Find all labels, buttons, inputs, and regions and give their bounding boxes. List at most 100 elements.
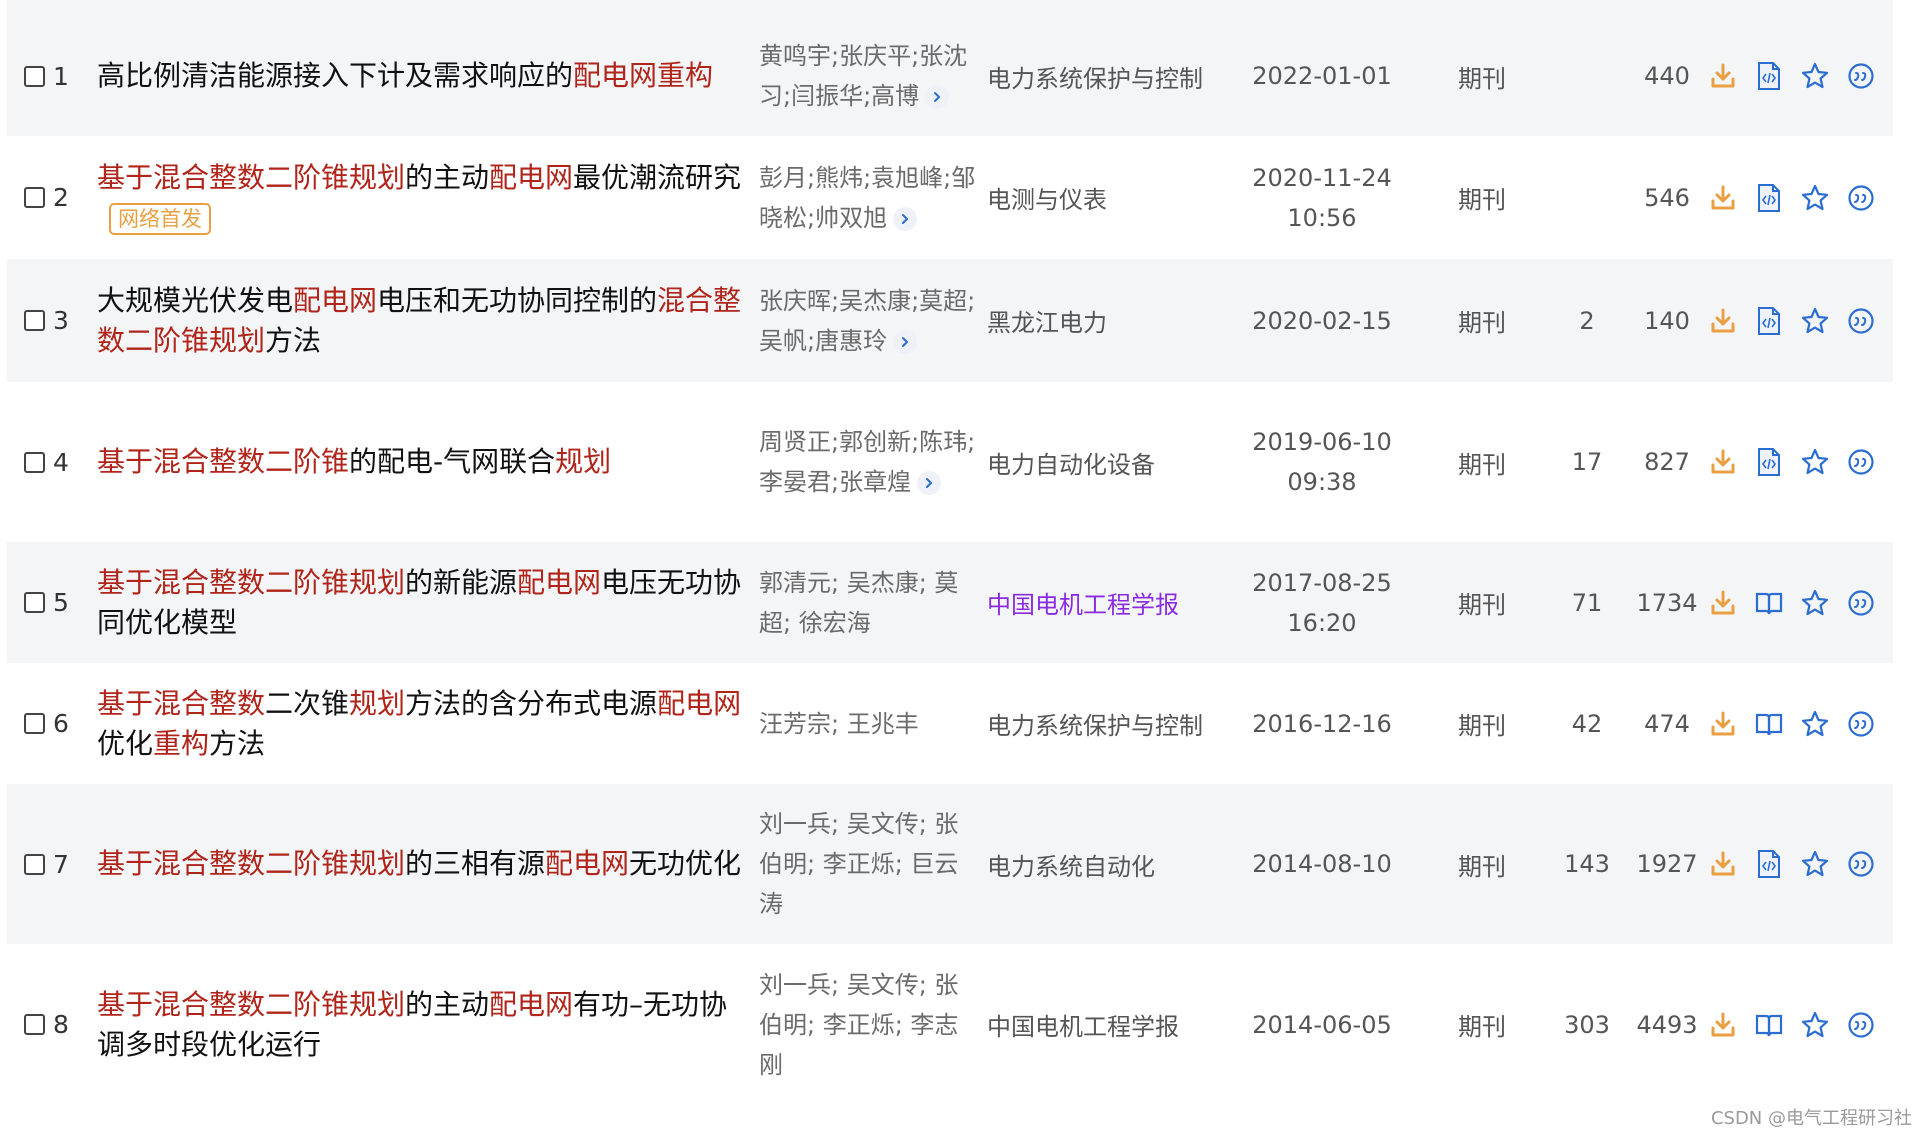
article-title-text[interactable]: 基于混合整数二阶锥规划的三相有源配电网无功优化 [97,844,741,884]
row-select: 3 [24,259,102,382]
article-authors: 汪芳宗; 王兆丰 [759,663,981,784]
row-checkbox[interactable] [24,713,45,734]
star-icon[interactable] [1799,446,1831,478]
star-icon[interactable] [1799,305,1831,337]
download-icon[interactable] [1707,848,1739,880]
article-source[interactable]: 电力系统自动化 [987,784,1227,944]
table-row: 1 高比例清洁能源接入下计及需求响应的配电网重构 黄鸣宇;张庆平;张沈习;闫振华;高… [7,16,1893,136]
quote-icon[interactable] [1845,587,1877,619]
download-icon[interactable] [1707,1009,1739,1041]
authors-text: 彭月;熊炜;袁旭峰;邹晓松;帅双旭 [759,158,981,238]
row-select: 7 [24,784,102,944]
star-icon[interactable] [1799,60,1831,92]
article-title-text[interactable]: 高比例清洁能源接入下计及需求响应的配电网重构 [97,56,713,96]
row-checkbox[interactable] [24,310,45,331]
star-icon[interactable] [1799,708,1831,740]
article-title[interactable]: 高比例清洁能源接入下计及需求响应的配电网重构 [97,16,747,136]
title-keyword: 基于混合整数二阶锥规划 [97,847,406,880]
title-segment: 二次锥 [265,686,350,720]
row-checkbox[interactable] [24,1014,45,1035]
chevron-right-icon[interactable] [917,471,942,495]
publish-date: 2014-06-05 [1252,1010,1392,1039]
table-row: 6 基于混合整数二次锥规划方法的含分布式电源配电网优化重构方法 汪芳宗; 王兆丰 电力… [7,663,1893,784]
publish-date: 2020-11-24 10:56 [1252,163,1392,232]
star-icon[interactable] [1799,182,1831,214]
authors-list[interactable]: 张庆晖;吴杰康;莫超;吴帆;唐惠玲 [759,287,975,355]
authors-list[interactable]: 周贤正;郭创新;陈玮;李晏君;张章煌 [759,428,975,496]
row-select: 4 [24,382,102,542]
download-count: 140 [1644,306,1690,335]
row-checkbox[interactable] [24,65,45,87]
download-icon[interactable] [1707,708,1739,740]
chevron-right-icon[interactable] [893,206,918,231]
article-title[interactable]: 大规模光伏发电配电网电压和无功协同控制的混合整数二阶锥规划方法 [97,259,747,382]
row-checkbox[interactable] [24,451,45,473]
row-checkbox[interactable] [24,853,45,875]
book-reader-icon[interactable] [1753,708,1785,740]
article-source[interactable]: 电力系统保护与控制 [987,16,1227,136]
title-keyword: 规划 [555,445,612,478]
row-checkbox[interactable] [24,592,45,613]
article-title[interactable]: 基于混合整数二阶锥规划的主动配电网有功–无功协调多时段优化运行 [97,944,747,1105]
article-title-text[interactable]: 大规模光伏发电配电网电压和无功协同控制的混合整数二阶锥规划方法 [97,281,747,361]
table-row: 4 基于混合整数二阶锥的配电-气网联合规划 周贤正;郭创新;陈玮;李晏君;张章煌 电力… [7,382,1893,542]
article-title-text[interactable]: 基于混合整数二阶锥规划的主动配电网最优潮流研究网络首发 [97,158,747,238]
download-icon[interactable] [1707,305,1739,337]
html-reader-icon[interactable] [1753,60,1785,92]
table-row: 2 基于混合整数二阶锥规划的主动配电网最优潮流研究网络首发 彭月;熊炜;袁旭峰;邹晓… [7,136,1893,259]
download-icon[interactable] [1707,182,1739,214]
article-title-text[interactable]: 基于混合整数二阶锥规划的新能源配电网电压无功协同优化模型 [97,563,747,643]
article-source[interactable]: 电力系统保护与控制 [987,663,1227,784]
article-title-text[interactable]: 基于混合整数二次锥规划方法的含分布式电源配电网优化重构方法 [97,684,747,764]
html-reader-icon[interactable] [1753,446,1785,478]
article-authors: 黄鸣宇;张庆平;张沈习;闫振华;高博 [759,16,981,136]
row-actions [1707,784,1887,944]
quote-icon[interactable] [1845,305,1877,337]
article-title[interactable]: 基于混合整数二阶锥规划的主动配电网最优潮流研究网络首发 [97,136,747,259]
authors-list[interactable]: 汪芳宗; 王兆丰 [759,710,919,738]
article-title-text[interactable]: 基于混合整数二阶锥规划的主动配电网有功–无功协调多时段优化运行 [97,985,747,1065]
authors-list[interactable]: 彭月;熊炜;袁旭峰;邹晓松;帅双旭 [759,164,975,232]
chevron-right-icon[interactable] [893,329,918,354]
article-title-text[interactable]: 基于混合整数二阶锥的配电-气网联合规划 [97,442,611,482]
authors-list[interactable]: 刘一兵; 吴文传; 张伯明; 李正烁; 巨云涛 [759,810,958,918]
html-reader-icon[interactable] [1753,305,1785,337]
chevron-right-icon[interactable] [925,85,950,109]
download-icon[interactable] [1707,446,1739,478]
article-source[interactable]: 黑龙江电力 [987,259,1227,382]
article-title[interactable]: 基于混合整数二阶锥规划的新能源配电网电压无功协同优化模型 [97,542,747,663]
authors-text: 张庆晖;吴杰康;莫超;吴帆;唐惠玲 [759,281,981,361]
table-row: 7 基于混合整数二阶锥规划的三相有源配电网无功优化 刘一兵; 吴文传; 张伯明; 李… [7,784,1893,944]
quote-icon[interactable] [1845,446,1877,478]
row-checkbox[interactable] [24,187,45,208]
article-title[interactable]: 基于混合整数二次锥规划方法的含分布式电源配电网优化重构方法 [97,663,747,784]
title-keyword: 基于混合整数 [97,686,266,720]
article-source[interactable]: 中国电机工程学报 [987,542,1227,663]
download-icon[interactable] [1707,587,1739,619]
book-reader-icon[interactable] [1753,1009,1785,1041]
quote-icon[interactable] [1845,848,1877,880]
title-segment: 高比例清洁能源接入下计及需求响应的 [97,59,574,92]
article-title[interactable]: 基于混合整数二阶锥规划的三相有源配电网无功优化 [97,784,747,944]
book-reader-icon[interactable] [1753,587,1785,619]
publish-date: 2019-06-10 09:38 [1252,428,1392,496]
article-source[interactable]: 电力自动化设备 [987,382,1227,542]
quote-icon[interactable] [1845,182,1877,214]
article-source[interactable]: 电测与仪表 [987,136,1227,259]
article-title[interactable]: 基于混合整数二阶锥的配电-气网联合规划 [97,382,747,542]
quote-icon[interactable] [1845,708,1877,740]
row-index: 8 [53,1010,69,1039]
star-icon[interactable] [1799,587,1831,619]
quote-icon[interactable] [1845,1009,1877,1041]
star-icon[interactable] [1799,848,1831,880]
authors-list[interactable]: 郭清元; 吴杰康; 莫超; 徐宏海 [759,569,958,637]
html-reader-icon[interactable] [1753,182,1785,214]
download-icon[interactable] [1707,60,1739,92]
title-segment: 大规模光伏发电 [97,283,294,317]
star-icon[interactable] [1799,1009,1831,1041]
online-first-badge: 网络首发 [109,202,211,235]
article-source[interactable]: 中国电机工程学报 [987,944,1227,1105]
html-reader-icon[interactable] [1753,848,1785,880]
authors-list[interactable]: 刘一兵; 吴文传; 张伯明; 李正烁; 李志刚 [759,971,958,1079]
quote-icon[interactable] [1845,60,1877,92]
